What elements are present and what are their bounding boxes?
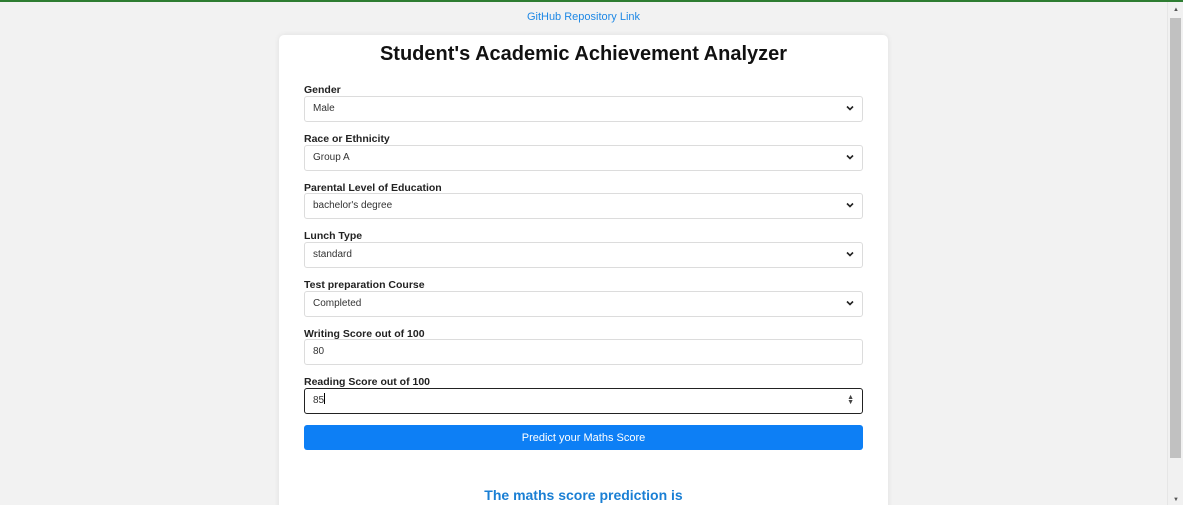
- gender-label: Gender: [304, 84, 341, 96]
- gender-value: Male: [313, 103, 335, 114]
- chevron-down-icon: [846, 300, 854, 306]
- parental-education-select[interactable]: bachelor's degree: [304, 193, 863, 219]
- race-label: Race or Ethnicity: [304, 133, 390, 145]
- parental-education-value: bachelor's degree: [313, 200, 393, 211]
- prediction-heading: The maths score prediction is: [484, 487, 683, 503]
- page: GitHub Repository Link Student's Academi…: [0, 0, 1183, 505]
- test-prep-select[interactable]: Completed: [304, 291, 863, 317]
- reading-score-label: Reading Score out of 100: [304, 376, 431, 388]
- chevron-down-icon: [846, 251, 854, 257]
- scroll-down-icon[interactable]: ▼: [1168, 494, 1183, 505]
- writing-score-value: 80: [313, 346, 325, 357]
- form-card: Student's Academic Achievement Analyzer …: [279, 35, 888, 505]
- lunch-select[interactable]: standard: [304, 242, 863, 268]
- top-link-container: GitHub Repository Link: [0, 7, 1167, 25]
- scroll-up-icon[interactable]: ▲: [1168, 4, 1183, 16]
- reading-score-value: 85: [313, 395, 325, 406]
- chevron-down-icon: [846, 202, 854, 208]
- scrollbar-thumb[interactable]: [1170, 18, 1181, 458]
- github-repository-link[interactable]: GitHub Repository Link: [527, 11, 640, 23]
- test-prep-label: Test preparation Course: [304, 279, 425, 291]
- lunch-value: standard: [313, 249, 352, 260]
- predict-button[interactable]: Predict your Maths Score: [304, 425, 863, 450]
- page-title: Student's Academic Achievement Analyzer: [379, 43, 788, 65]
- reading-score-input[interactable]: 85 ▲ ▼: [304, 388, 863, 414]
- vertical-scrollbar[interactable]: ▲ ▼: [1167, 2, 1183, 505]
- lunch-label: Lunch Type: [304, 230, 363, 242]
- race-value: Group A: [313, 152, 350, 163]
- gender-select[interactable]: Male: [304, 96, 863, 122]
- race-select[interactable]: Group A: [304, 145, 863, 171]
- chevron-down-icon: [846, 154, 854, 160]
- writing-score-input[interactable]: 80: [304, 339, 863, 365]
- test-prep-value: Completed: [313, 298, 362, 309]
- text-caret: [324, 393, 326, 404]
- chevron-down-icon: [846, 105, 854, 111]
- spinner-icon[interactable]: ▲ ▼: [847, 394, 854, 406]
